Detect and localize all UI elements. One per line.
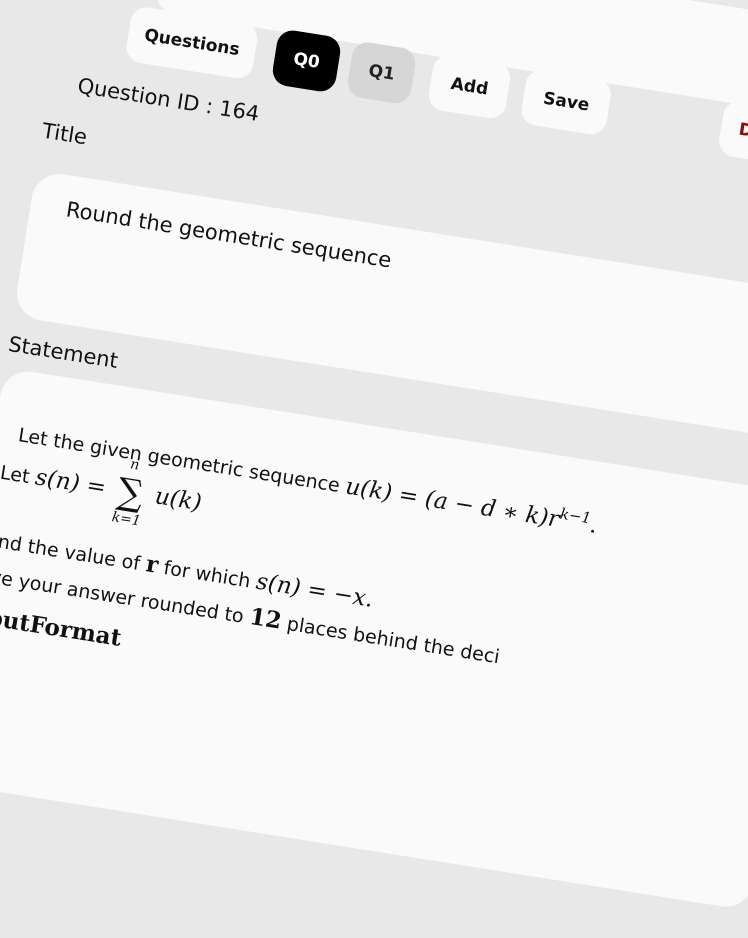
statement-text: places behind the deci — [285, 612, 502, 669]
tab-q1[interactable]: Q1 — [345, 40, 418, 106]
summation: n ∑ k=1 — [109, 456, 151, 529]
title-label: Title — [40, 118, 89, 150]
input-format-heading: InputFormat — [0, 599, 124, 652]
statement-text: for which — [162, 556, 252, 593]
title-value: Round the geometric sequence — [64, 197, 394, 273]
question-id: Question ID : 164 — [75, 73, 261, 127]
formula-s-rhs: u(k) — [153, 483, 204, 517]
question-editor: Questions Q0 Q1 Add Save DELETE Question… — [0, 0, 748, 938]
statement-label: Statement — [6, 331, 120, 373]
add-button[interactable]: Add — [426, 52, 513, 121]
rounding-digits: 12 — [247, 603, 284, 635]
tab-q0[interactable]: Q0 — [270, 28, 343, 94]
variable-r: r — [144, 550, 161, 579]
statement-field[interactable]: Let the given geometric sequence u(k) = … — [0, 367, 748, 911]
formula-u: u(k) = (a − d ∗ k)rk−1. — [343, 473, 600, 539]
statement-text: Let — [0, 461, 32, 489]
delete-button[interactable]: DELETE — [716, 98, 748, 172]
formula-s-lhs: s(n) = — [33, 464, 108, 502]
